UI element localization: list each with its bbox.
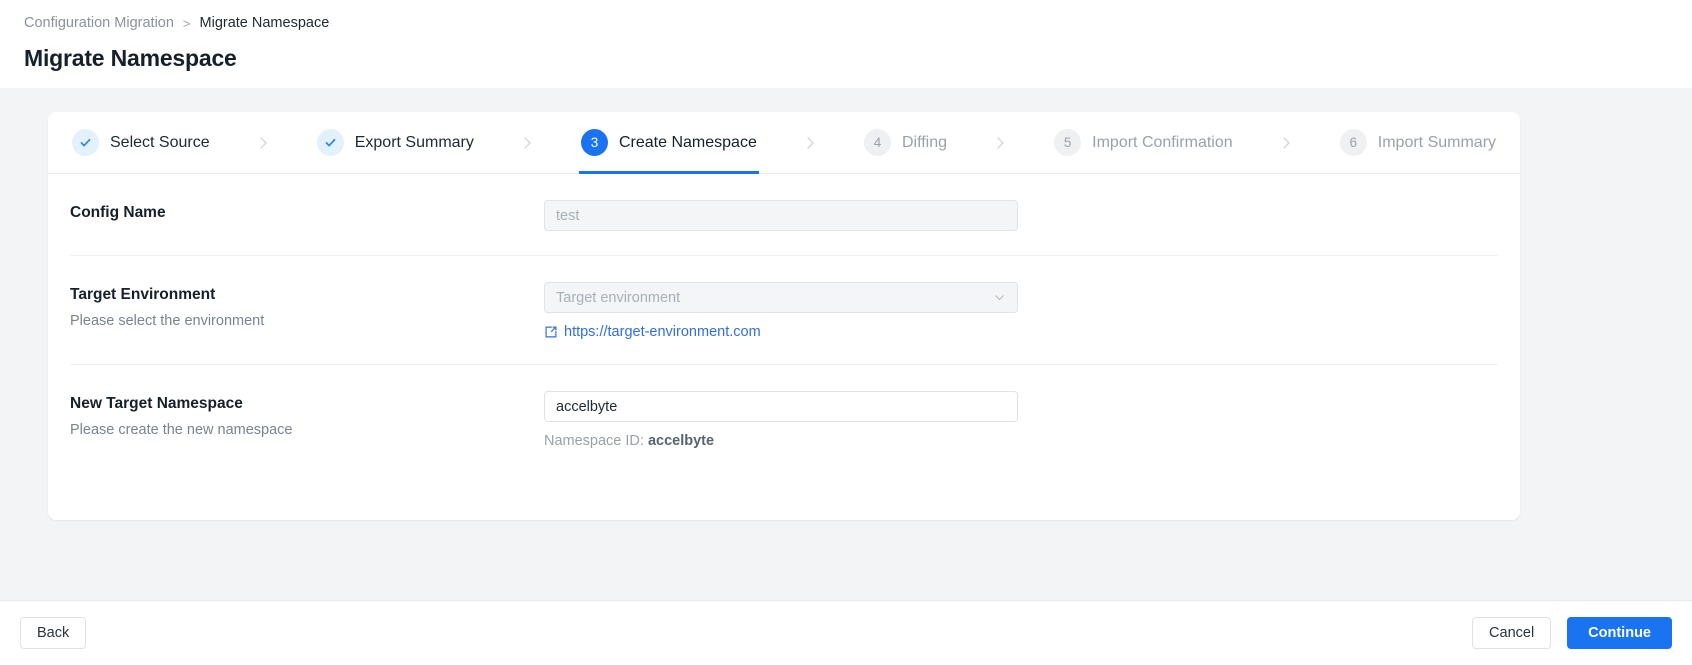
config-name-value: test [556, 207, 580, 224]
check-icon [72, 129, 99, 156]
step-diffing[interactable]: 4 Diffing [862, 112, 949, 174]
target-environment-link-text: https://target-environment.com [564, 324, 761, 340]
step-separator-chevron-icon [212, 135, 315, 151]
step-label: Select Source [110, 133, 210, 151]
cancel-button[interactable]: Cancel [1472, 617, 1552, 649]
target-environment-link[interactable]: https://target-environment.com [544, 324, 761, 340]
step-number-badge: 5 [1054, 129, 1082, 156]
step-number-badge: 3 [581, 129, 608, 156]
form-row-new-target-namespace: New Target Namespace Please create the n… [70, 365, 1498, 473]
form-row-label-group: Target Environment Please select the env… [70, 282, 544, 329]
step-label: Import Summary [1377, 133, 1497, 151]
step-label: Export Summary [354, 133, 474, 151]
field-label: New Target Namespace [70, 395, 243, 412]
form-row-config-name: Config Name test [70, 174, 1498, 256]
target-environment-placeholder: Target environment [556, 289, 681, 306]
step-label: Create Namespace [619, 133, 757, 151]
breadcrumb-parent-link[interactable]: Configuration Migration [24, 16, 174, 31]
config-name-input[interactable]: test [544, 200, 1018, 231]
back-button[interactable]: Back [20, 617, 87, 649]
step-separator-chevron-icon [1235, 135, 1338, 151]
namespace-id-hint: Namespace ID: accelbyte [544, 433, 1498, 449]
form-row-control: accelbyte Namespace ID: accelbyte [544, 391, 1498, 449]
new-target-namespace-value: accelbyte [556, 398, 618, 415]
step-separator-chevron-icon [949, 135, 1052, 151]
step-separator-chevron-icon [476, 135, 579, 151]
external-link-icon [544, 325, 558, 339]
breadcrumb-separator-icon: > [182, 15, 191, 31]
form-row-target-environment: Target Environment Please select the env… [70, 256, 1498, 365]
field-label: Config Name [70, 204, 166, 221]
field-description: Please select the environment [70, 313, 265, 329]
page-header: Configuration Migration > Migrate Namesp… [0, 0, 1692, 88]
chevron-down-icon [993, 291, 1006, 304]
breadcrumb: Configuration Migration > Migrate Namesp… [24, 14, 1692, 32]
continue-button[interactable]: Continue [1567, 617, 1672, 649]
breadcrumb-current: Migrate Namespace [199, 14, 330, 31]
step-import-confirmation[interactable]: 5 Import Confirmation [1052, 112, 1235, 174]
namespace-id-value: accelbyte [647, 433, 715, 449]
migration-wizard-card: Select Source Export Summary 3 Create Na… [48, 112, 1520, 520]
step-number-badge: 4 [863, 129, 891, 156]
wizard-stepper: Select Source Export Summary 3 Create Na… [48, 112, 1520, 174]
step-label: Import Confirmation [1092, 133, 1233, 151]
step-separator-chevron-icon [759, 135, 862, 151]
wizard-form: Config Name test Target Environment Plea… [48, 174, 1520, 473]
step-import-summary[interactable]: 6 Import Summary [1338, 112, 1498, 174]
form-row-control: test [544, 200, 1498, 231]
form-row-control: Target environment https://target-enviro… [544, 282, 1498, 340]
step-create-namespace[interactable]: 3 Create Namespace [579, 112, 759, 174]
step-label: Diffing [901, 133, 948, 151]
step-select-source[interactable]: Select Source [70, 112, 212, 174]
wizard-footer: Back Cancel Continue [0, 600, 1692, 665]
field-label: Target Environment [70, 286, 216, 303]
step-number-badge: 6 [1339, 129, 1367, 156]
page-title: Migrate Namespace [24, 45, 237, 71]
step-export-summary[interactable]: Export Summary [315, 112, 476, 174]
form-row-label-group: New Target Namespace Please create the n… [70, 391, 544, 438]
target-environment-select[interactable]: Target environment [544, 282, 1018, 313]
form-row-label-group: Config Name [70, 200, 544, 222]
check-icon [316, 129, 344, 156]
field-description: Please create the new namespace [70, 422, 293, 438]
new-target-namespace-input[interactable]: accelbyte [544, 391, 1018, 422]
namespace-id-label: Namespace ID: [544, 433, 644, 449]
